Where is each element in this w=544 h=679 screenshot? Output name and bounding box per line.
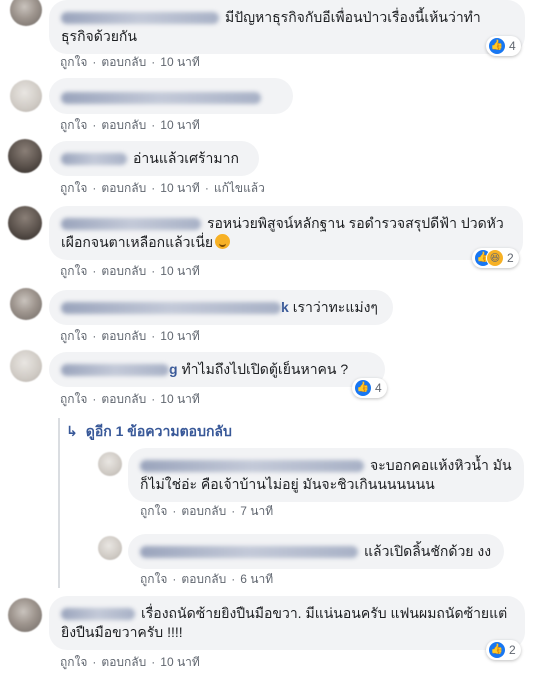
edited-label[interactable]: แก้ไขแล้ว — [214, 181, 265, 195]
reaction-summary[interactable]: 👍 4 — [486, 36, 521, 56]
avatar[interactable] — [8, 598, 42, 632]
timestamp[interactable]: 10 นาที — [160, 118, 200, 132]
comment-bubble: เรื่องถนัดซ้ายยิงปืนมือขวา. มีแน่นอนครับ… — [49, 596, 525, 650]
avatar[interactable] — [10, 350, 42, 382]
comment-3: อ่านแล้วเศร้ามาก ถูกใจ · ตอบกลับ · 10 นาที · แ… — [0, 139, 544, 199]
reply-link[interactable]: ตอบกลับ — [101, 264, 146, 278]
timestamp[interactable]: 6 นาที — [240, 572, 273, 586]
reply-link[interactable]: ตอบกลับ — [101, 392, 146, 406]
timestamp[interactable]: 10 นาที — [160, 655, 200, 669]
author-name[interactable] — [61, 608, 135, 621]
comment-4: รอหน่วยพิสูจน์หลักฐาน รอดำรวจสรุปดีฟ้า ป… — [0, 204, 544, 284]
comment-6: g ทำไมถึงไปเปิดตู้เย็นหาคน ? 👍 4 ถูกใจ · ตอ… — [0, 348, 544, 410]
author-name[interactable] — [61, 12, 219, 25]
comment-bubble: อ่านแล้วเศร้ามาก — [49, 141, 259, 176]
reply-link[interactable]: ตอบกลับ — [181, 572, 226, 586]
reply-bubble: จะบอกคอแห้งหิวน้ำ มันก็ไม่ใช่อ่ะ คือเจ้า… — [128, 448, 524, 502]
like-link[interactable]: ถูกใจ — [60, 181, 87, 195]
author-name-tail[interactable]: g — [169, 361, 178, 377]
reply-text: แล้วเปิดลิ้นชักด้วย งง — [364, 543, 492, 559]
author-name[interactable] — [61, 153, 127, 166]
comment-text: ทำไมถึงไปเปิดตู้เย็นหาคน ? — [181, 361, 349, 377]
reply-link[interactable]: ตอบกลับ — [101, 55, 146, 69]
reply-1: จะบอกคอแห้งหิวน้ำ มันก็ไม่ใช่อ่ะ คือเจ้า… — [0, 448, 544, 518]
like-link[interactable]: ถูกใจ — [60, 392, 87, 406]
comment-7: เรื่องถนัดซ้ายยิงปืนมือขวา. มีแน่นอนครับ… — [0, 594, 544, 679]
comment-5: k เราว่าทะแม่งๆ ถูกใจ · ตอบกลับ · 10 นาที — [0, 286, 544, 346]
timestamp[interactable]: 10 นาที — [160, 392, 200, 406]
reply-link[interactable]: ตอบกลับ — [101, 329, 146, 343]
comment-bubble: g ทำไมถึงไปเปิดตู้เย็นหาคน ? — [49, 352, 385, 387]
avatar[interactable] — [10, 0, 42, 26]
reply-arrow-icon: ↳ — [66, 423, 78, 439]
comment-actions: ถูกใจ · ตอบกลับ · 10 นาที · แก้ไขแล้ว — [60, 181, 265, 195]
reply-actions: ถูกใจ · ตอบกลับ · 7 นาที — [140, 504, 274, 518]
author-name[interactable] — [61, 364, 169, 377]
reply-link[interactable]: ตอบกลับ — [101, 655, 146, 669]
reaction-summary[interactable]: 👍 😆 2 — [472, 248, 519, 268]
comment-actions: ถูกใจ · ตอบกลับ · 10 นาที — [60, 392, 200, 406]
haha-icon: 😆 — [487, 250, 503, 266]
comment-bubble — [49, 78, 293, 114]
timestamp[interactable]: 10 นาที — [160, 264, 200, 278]
view-more-replies[interactable]: ↳ ดูอีก 1 ข้อความตอบกลับ — [66, 421, 232, 443]
like-icon: 👍 — [355, 380, 371, 396]
avatar[interactable] — [10, 80, 42, 112]
like-link[interactable]: ถูกใจ — [60, 55, 87, 69]
timestamp[interactable]: 10 นาที — [160, 55, 200, 69]
comment-text: อ่านแล้วเศร้ามาก — [133, 150, 239, 166]
like-link[interactable]: ถูกใจ — [60, 329, 87, 343]
reply-link[interactable]: ตอบกลับ — [101, 181, 146, 195]
author-name[interactable] — [140, 460, 364, 473]
comment-actions: ถูกใจ · ตอบกลับ · 10 นาที — [60, 118, 200, 132]
comment-text: เราว่าทะแม่งๆ — [292, 299, 378, 315]
reply-actions: ถูกใจ · ตอบกลับ · 6 นาที — [140, 572, 274, 586]
reply-link[interactable]: ตอบกลับ — [181, 504, 226, 518]
reply-link[interactable]: ตอบกลับ — [101, 118, 146, 132]
avatar[interactable] — [98, 536, 122, 560]
comment-actions: ถูกใจ · ตอบกลับ · 10 นาที — [60, 329, 200, 343]
author-name[interactable] — [61, 92, 261, 105]
comment-bubble: k เราว่าทะแม่งๆ — [49, 290, 393, 325]
reply-2: แล้วเปิดลิ้นชักด้วย งง ถูกใจ · ตอบกลับ · 6 น… — [0, 530, 544, 590]
comment-2: ถูกใจ · ตอบกลับ · 10 นาที — [0, 76, 544, 136]
author-name[interactable] — [61, 302, 281, 315]
reply-bubble: แล้วเปิดลิ้นชักด้วย งง — [128, 534, 504, 569]
comment-actions: ถูกใจ · ตอบกลับ · 10 นาที — [60, 264, 200, 278]
reaction-summary[interactable]: 👍 2 — [486, 640, 521, 660]
author-name[interactable] — [61, 218, 201, 231]
like-icon: 👍 — [489, 642, 505, 658]
avatar[interactable] — [98, 452, 122, 476]
avatar[interactable] — [8, 206, 42, 240]
reaction-summary[interactable]: 👍 4 — [352, 378, 387, 398]
like-link[interactable]: ถูกใจ — [60, 264, 87, 278]
like-link[interactable]: ถูกใจ — [140, 504, 167, 518]
author-name[interactable] — [140, 546, 358, 559]
timestamp[interactable]: 10 นาที — [160, 181, 200, 195]
like-link[interactable]: ถูกใจ — [60, 655, 87, 669]
grimace-emoji-icon — [215, 234, 231, 249]
comment-actions: ถูกใจ · ตอบกลับ · 10 นาที — [60, 55, 200, 69]
comment-bubble: รอหน่วยพิสูจน์หลักฐาน รอดำรวจสรุปดีฟ้า ป… — [49, 206, 523, 260]
comment-bubble: มีปัญหาธุรกิจกับอีเพื่อนป่าวเรื่องนี้เห้… — [49, 0, 525, 54]
timestamp[interactable]: 10 นาที — [160, 329, 200, 343]
comment-1: มีปัญหาธุรกิจกับอีเพื่อนป่าวเรื่องนี้เห้… — [0, 0, 544, 70]
like-icon: 👍 — [489, 38, 505, 54]
comment-actions: ถูกใจ · ตอบกลับ · 10 นาที — [60, 655, 200, 669]
avatar[interactable] — [10, 288, 42, 320]
like-link[interactable]: ถูกใจ — [60, 118, 87, 132]
like-link[interactable]: ถูกใจ — [140, 572, 167, 586]
author-name-tail[interactable]: k — [281, 299, 289, 315]
timestamp[interactable]: 7 นาที — [240, 504, 273, 518]
avatar[interactable] — [8, 139, 42, 173]
